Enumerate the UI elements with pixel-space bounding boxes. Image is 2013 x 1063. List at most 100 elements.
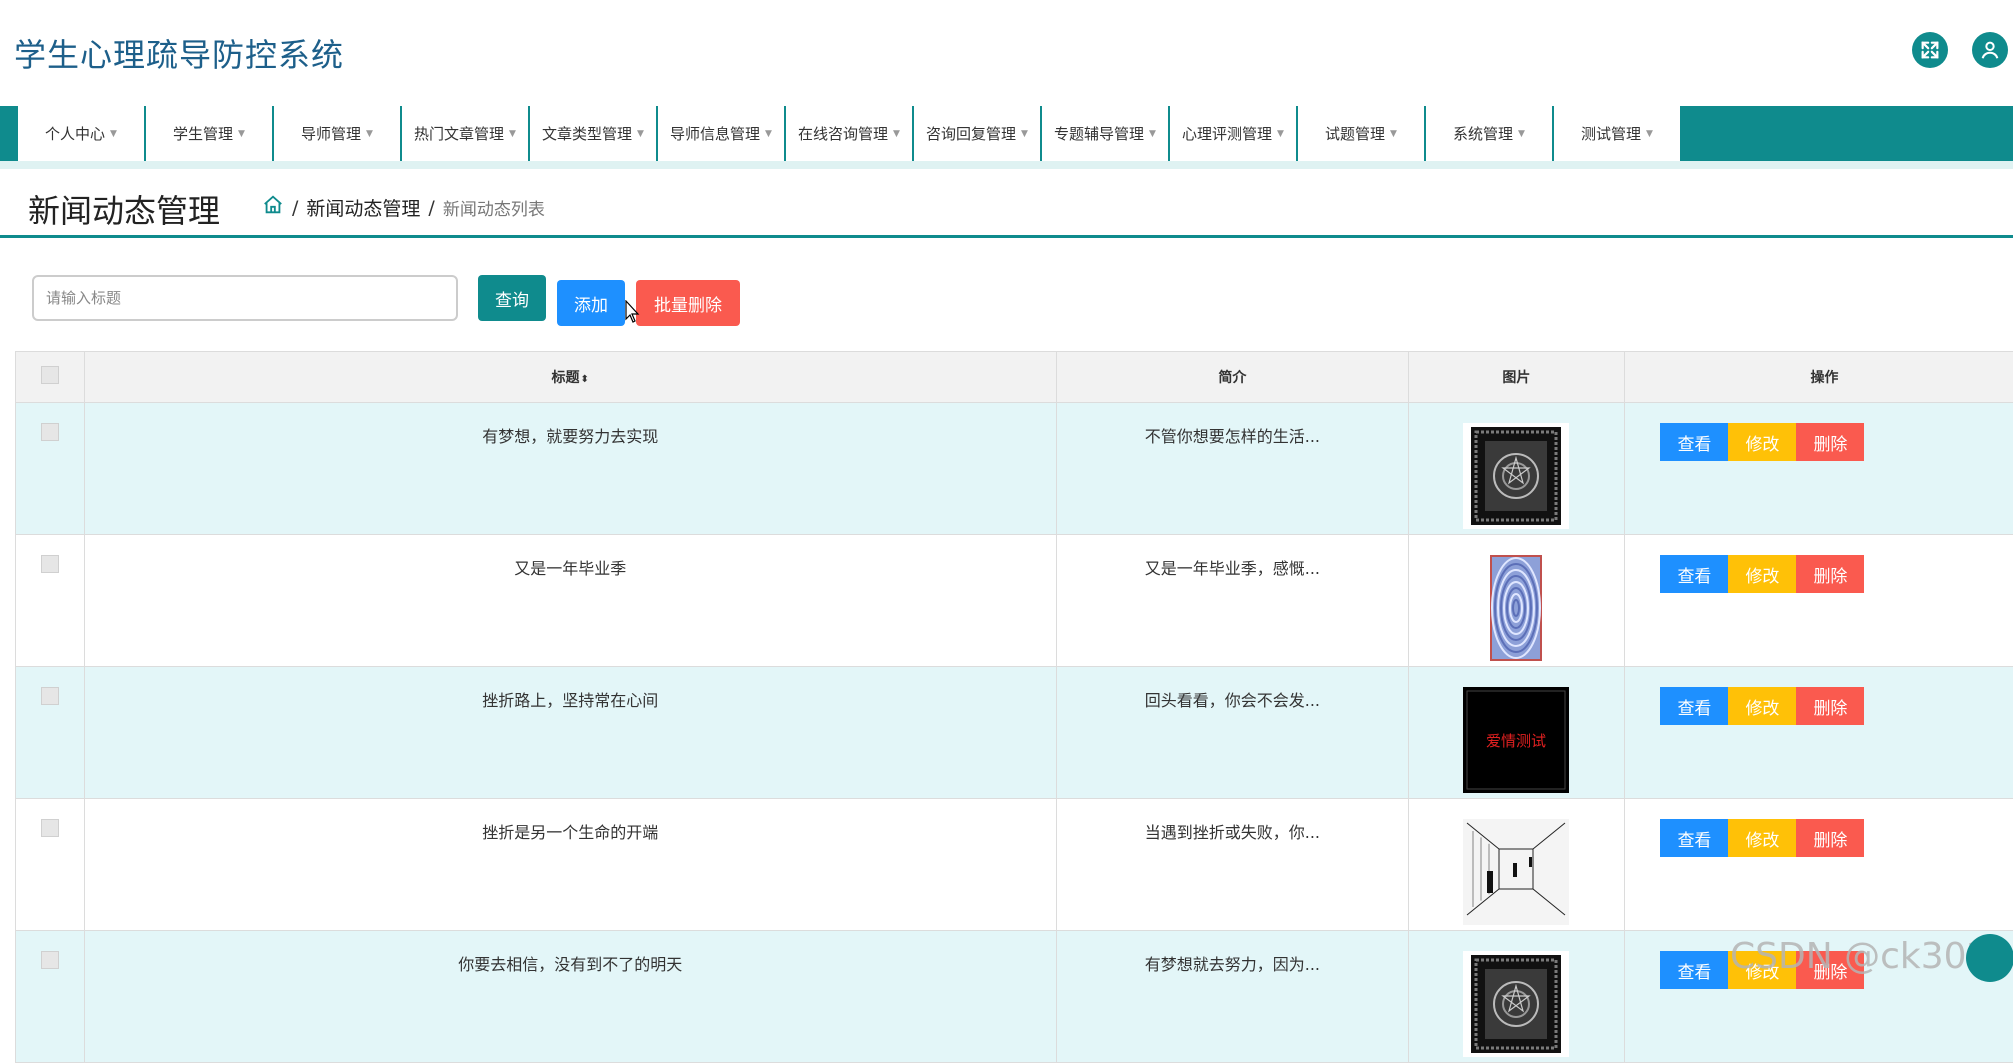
nav-item[interactable]: 热门文章管理 ▼ — [402, 106, 530, 161]
action-header: 操作 — [1624, 352, 2013, 403]
table-row: 有梦想，就要努力去实现 不管你想要怎样的生活... 查看 修改 删除 — [16, 403, 2013, 535]
thumbnail-image[interactable] — [1463, 514, 1569, 533]
floating-button[interactable] — [1966, 934, 2013, 982]
caret-down-icon: ▼ — [509, 129, 516, 139]
intro-cell: 不管你想要怎样的生活... — [1056, 403, 1408, 535]
sort-icon[interactable]: ⬍ — [581, 374, 589, 385]
mouse-cursor-icon — [625, 300, 641, 324]
intro-cell: 当遇到挫折或失败，你... — [1056, 799, 1408, 931]
view-button[interactable]: 查看 — [1660, 951, 1728, 989]
data-table: 标题⬍ 简介 图片 操作 有梦想，就要努力去实现 不管你想要怎样的生活... 查… — [15, 351, 2013, 1063]
caret-down-icon: ▼ — [1277, 129, 1284, 139]
breadcrumb-sep: / — [428, 197, 434, 219]
nav-item[interactable]: 个人中心▼ — [18, 106, 146, 161]
caret-down-icon: ▼ — [893, 129, 900, 139]
nav-item-label: 心理评测管理 — [1182, 123, 1272, 144]
row-select-cell — [16, 799, 85, 931]
caret-down-icon: ▼ — [1518, 129, 1525, 139]
thumbnail-image[interactable] — [1490, 646, 1542, 665]
app-title: 学生心理疏导防控系统 — [14, 30, 344, 76]
nav-item[interactable]: 试题管理 ▼ — [1298, 106, 1426, 161]
view-button[interactable]: 查看 — [1660, 555, 1728, 593]
caret-down-icon: ▼ — [1021, 129, 1028, 139]
image-cell — [1408, 535, 1624, 667]
select-all-checkbox[interactable] — [41, 366, 59, 384]
row-checkbox[interactable] — [41, 819, 59, 837]
row-select-cell — [16, 403, 85, 535]
action-cell: 查看 修改 删除 — [1624, 535, 2013, 667]
nav-item-label: 咨询回复管理 — [926, 123, 1016, 144]
nav-item-label: 个人中心 — [45, 123, 105, 144]
page-title: 新闻动态管理 — [28, 186, 220, 232]
nav-item[interactable]: 咨询回复管理 ▼ — [914, 106, 1042, 161]
nav-item[interactable]: 专题辅导管理▼ — [1042, 106, 1170, 161]
caret-down-icon: ▼ — [637, 129, 644, 139]
nav-item[interactable]: 系统管理▼ — [1426, 106, 1554, 161]
view-button[interactable]: 查看 — [1660, 687, 1728, 725]
row-select-cell — [16, 667, 85, 799]
caret-down-icon: ▼ — [238, 129, 245, 139]
nav-item[interactable]: 文章类型管理 ▼ — [530, 106, 658, 161]
search-input[interactable] — [32, 275, 458, 321]
top-nav: 个人中心▼学生管理▼导师管理▼热门文章管理▼文章类型管理▼导师信息管理▼在线咨询… — [0, 106, 2013, 161]
breadcrumb-current: 新闻动态列表 — [443, 195, 545, 220]
caret-down-icon: ▼ — [1149, 129, 1156, 139]
intro-cell: 又是一年毕业季，感慨... — [1056, 535, 1408, 667]
select-all-cell — [16, 352, 85, 403]
thumbnail-image[interactable] — [1463, 1042, 1569, 1061]
row-select-cell — [16, 535, 85, 667]
thumb-text: 爱情测试 — [1486, 732, 1546, 750]
fullscreen-button[interactable] — [1912, 32, 1948, 68]
delete-button[interactable]: 删除 — [1796, 687, 1864, 725]
row-checkbox[interactable] — [41, 423, 59, 441]
row-checkbox[interactable] — [41, 555, 59, 573]
caret-down-icon: ▼ — [1390, 129, 1397, 139]
nav-item[interactable]: 学生管理 ▼ — [146, 106, 274, 161]
title-cell: 又是一年毕业季 — [84, 535, 1056, 667]
row-checkbox[interactable] — [41, 687, 59, 705]
add-button[interactable]: 添加 — [557, 280, 625, 326]
nav-item-label: 热门文章管理 — [414, 123, 504, 144]
nav-item-label: 试题管理 — [1325, 123, 1385, 144]
user-button[interactable] — [1972, 32, 2008, 68]
view-button[interactable]: 查看 — [1660, 423, 1728, 461]
nav-item[interactable]: 导师管理▼ — [274, 106, 402, 161]
edit-button[interactable]: 修改 — [1728, 819, 1796, 857]
edit-button[interactable]: 修改 — [1728, 555, 1796, 593]
action-cell: 查看 修改 删除 — [1624, 799, 2013, 931]
delete-button[interactable]: 删除 — [1796, 555, 1864, 593]
thumbnail-image[interactable] — [1463, 910, 1569, 929]
breadcrumb-module[interactable]: 新闻动态管理 — [306, 194, 420, 221]
home-icon[interactable] — [262, 194, 284, 221]
batch-delete-button[interactable]: 批量删除 — [636, 280, 740, 326]
image-header: 图片 — [1408, 352, 1624, 403]
top-header: 学生心理疏导防控系统 — [0, 0, 2013, 106]
edit-button[interactable]: 修改 — [1728, 687, 1796, 725]
title-cell: 有梦想，就要努力去实现 — [84, 403, 1056, 535]
edit-button[interactable]: 修改 — [1728, 423, 1796, 461]
delete-button[interactable]: 删除 — [1796, 819, 1864, 857]
title-header[interactable]: 标题⬍ — [84, 352, 1056, 403]
table-header-row: 标题⬍ 简介 图片 操作 — [16, 352, 2013, 403]
nav-item-label: 测试管理 — [1581, 123, 1641, 144]
nav-item-label: 导师信息管理 — [670, 123, 760, 144]
nav-item[interactable]: 测试管理 ▼ — [1554, 106, 1682, 161]
table-row: 又是一年毕业季 又是一年毕业季，感慨... 查看 修改 删除 — [16, 535, 2013, 667]
row-checkbox[interactable] — [41, 951, 59, 969]
nav-item-label: 导师管理 — [301, 123, 361, 144]
thumbnail-image[interactable]: 爱情测试 — [1463, 778, 1569, 797]
nav-item[interactable]: 在线咨询管理 ▼ — [786, 106, 914, 161]
breadcrumb-sep: / — [292, 197, 298, 219]
nav-item-label: 在线咨询管理 — [798, 123, 888, 144]
caret-down-icon: ▼ — [1646, 129, 1653, 139]
image-cell: 爱情测试 — [1408, 667, 1624, 799]
view-button[interactable]: 查看 — [1660, 819, 1728, 857]
table-row: 挫折路上，坚持常在心间 回头看看，你会不会发... 爱情测试 查看 修改 删除 — [16, 667, 2013, 799]
nav-item[interactable]: 心理评测管理 ▼ — [1170, 106, 1298, 161]
nav-item-label: 学生管理 — [173, 123, 233, 144]
nav-item-label: 文章类型管理 — [542, 123, 632, 144]
delete-button[interactable]: 删除 — [1796, 423, 1864, 461]
query-button[interactable]: 查询 — [478, 275, 546, 321]
nav-item[interactable]: 导师信息管理▼ — [658, 106, 786, 161]
image-cell — [1408, 403, 1624, 535]
